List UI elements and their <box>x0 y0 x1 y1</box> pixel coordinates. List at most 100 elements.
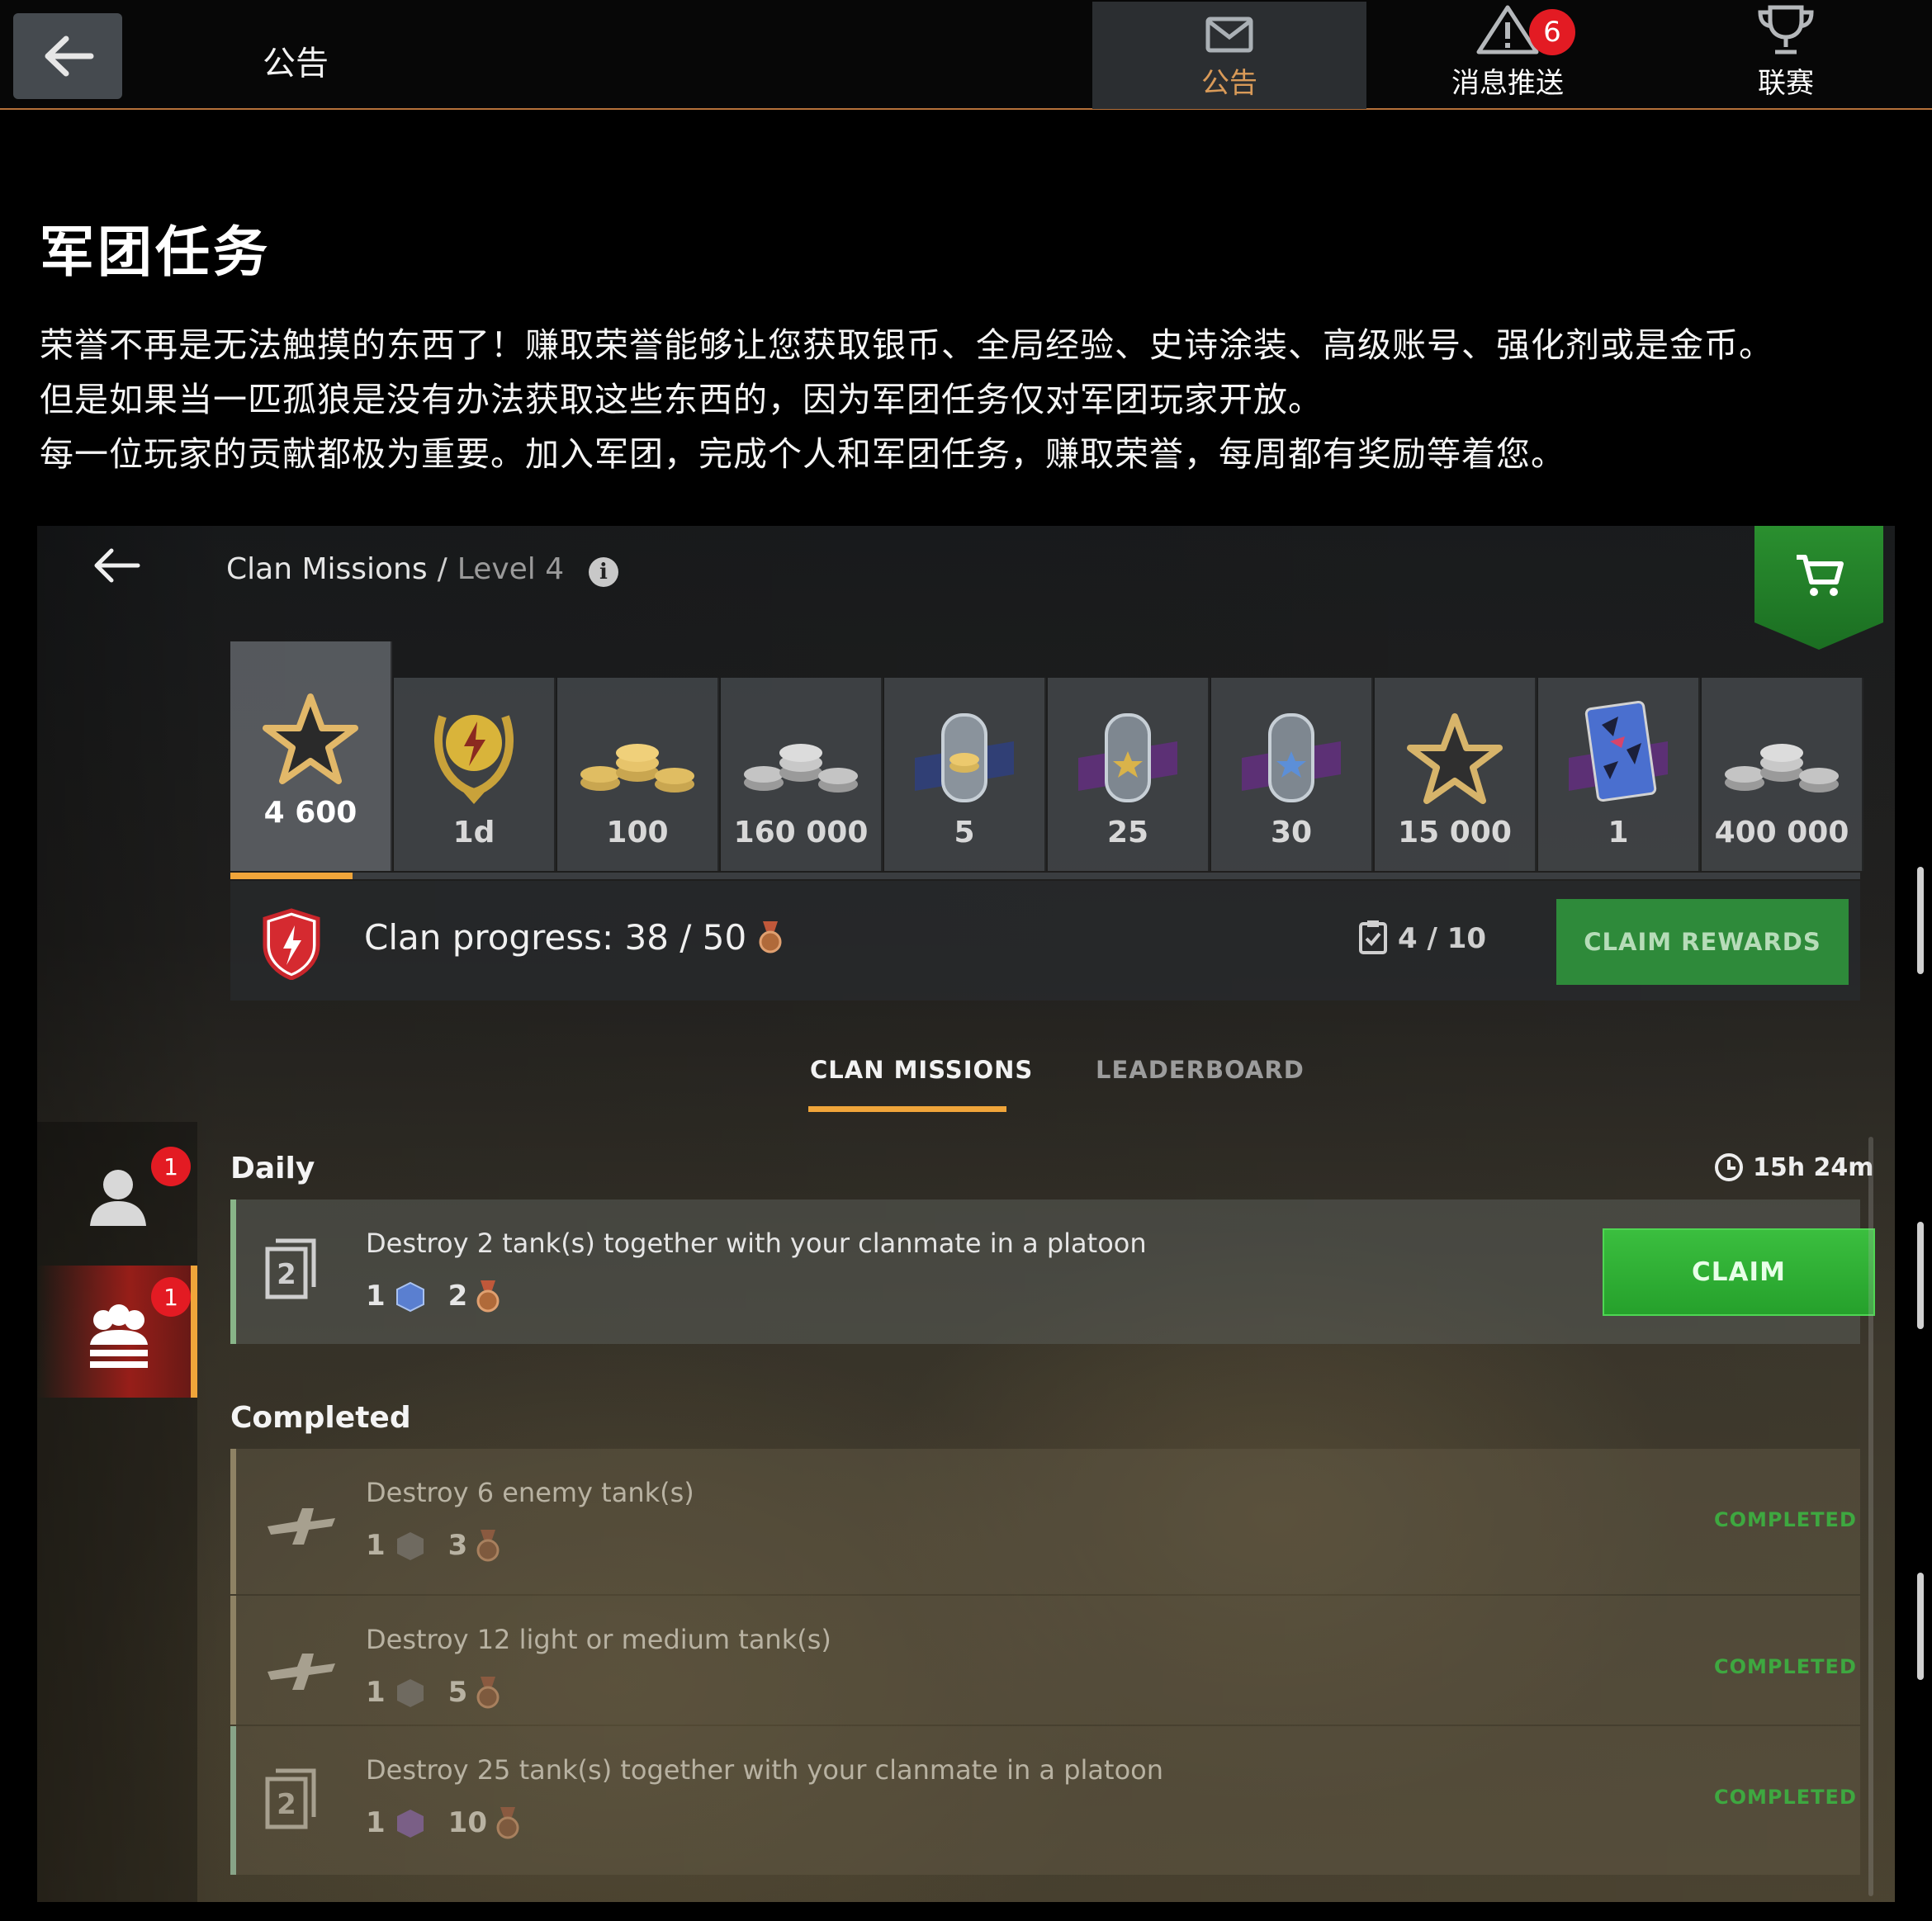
active-tab-indicator <box>808 1106 1006 1112</box>
tab-label: 公告 <box>1201 67 1257 100</box>
tab-league[interactable]: 联赛 <box>1649 2 1923 109</box>
clan-progress-text: Clan progress: 38 / 50 <box>364 917 747 958</box>
mission-title: Destroy 2 tank(s) together with your cla… <box>366 1228 1147 1259</box>
daily-section-title: Daily <box>230 1152 315 1185</box>
top-bar: 公告 公告 消息推送 6 联赛 <box>0 0 1932 110</box>
article-paragraph: 但是如果当一匹孤狼是没有办法获取这些东西的，因为军团任务仅对军团玩家开放。 <box>40 380 1323 419</box>
reward-progress-fill <box>230 873 353 879</box>
claim-button[interactable]: CLAIM <box>1603 1228 1875 1316</box>
daily-mission-card: 2 Destroy 2 tank(s) together with your c… <box>230 1199 1875 1344</box>
honor-medal-icon <box>476 1677 500 1709</box>
reward-cell[interactable]: 400 000 <box>1702 678 1863 871</box>
clan-progress-bar: Clan progress: 38 / 50 4 / 10 CLAIM REWA… <box>230 881 1860 1001</box>
reward-value: 400 000 <box>1714 816 1849 849</box>
svg-text:2: 2 <box>277 1258 296 1291</box>
reward-cell[interactable]: 15 000 <box>1375 678 1537 871</box>
honor-medal-icon <box>759 921 782 953</box>
reward-progress-bar <box>230 873 1860 879</box>
completed-status: COMPLETED <box>1714 1786 1857 1809</box>
reward-value: 25 <box>1106 816 1149 849</box>
silver-coins-icon <box>744 744 858 793</box>
timer-text: 15h 24m <box>1753 1152 1874 1182</box>
premium-laurel-icon <box>433 715 514 804</box>
star-icon <box>263 693 358 784</box>
completed-mission-card: Destroy 6 enemy tank(s) 1 3 COMPLETED <box>230 1449 1860 1594</box>
reward-count: 1 <box>366 1676 386 1709</box>
reward-value: 1 <box>1608 816 1629 849</box>
page-scrollbar-thumb[interactable] <box>1917 1573 1924 1680</box>
honor-medal-icon <box>476 1280 500 1313</box>
mission-title: Destroy 12 light or medium tank(s) <box>366 1624 831 1655</box>
honor-medal-icon <box>496 1807 519 1839</box>
clan-shield-icon <box>263 908 320 980</box>
reward-count: 5 <box>447 1676 468 1709</box>
mission-rewards: 1 2 <box>366 1279 500 1313</box>
back-arrow-icon[interactable] <box>92 547 141 584</box>
reward-count: 1 <box>366 1529 386 1562</box>
arrow-left-icon <box>45 35 94 77</box>
platoon-icon: 2 <box>265 1238 316 1299</box>
purple-crate-icon <box>396 1810 424 1838</box>
article-paragraph: 每一位玩家的贡献都极为重要。加入军团，完成个人和军团任务，赚取荣誉，每周都有奖励… <box>40 434 1565 474</box>
honor-medal-icon <box>476 1530 500 1562</box>
reward-value: 1d <box>452 816 495 849</box>
clan-missions-icon[interactable] <box>82 1302 156 1371</box>
reward-value: 160 000 <box>733 816 869 849</box>
completed-section-title: Completed <box>230 1401 411 1435</box>
reward-cell[interactable]: 5 <box>884 678 1046 871</box>
cart-icon <box>1797 555 1844 596</box>
reward-value: 30 <box>1270 816 1313 849</box>
personal-missions-badge: 1 <box>151 1147 191 1186</box>
clan-missions-screenshot: Clan Missions / Level 4 i 4 600 1d 100 1… <box>37 526 1895 1902</box>
back-button[interactable] <box>13 13 122 99</box>
reward-cell[interactable]: 1d <box>394 678 556 871</box>
tab-announcements[interactable]: 公告 <box>1092 2 1366 109</box>
page-scrollbar-thumb[interactable] <box>1917 1222 1924 1329</box>
destroy-tank-icon <box>268 1508 335 1545</box>
star-outline-icon <box>1407 713 1503 804</box>
reward-count: 2 <box>447 1280 468 1313</box>
destroy-tank-icon <box>268 1654 335 1690</box>
mission-rewards: 1 10 <box>366 1805 520 1840</box>
info-icon[interactable]: i <box>589 557 618 587</box>
reward-count: 1 <box>366 1280 386 1313</box>
blue-star-tag-icon <box>1242 713 1341 802</box>
reward-value: 100 <box>606 816 669 849</box>
tab-clan-missions[interactable]: CLAN MISSIONS <box>810 1056 1033 1084</box>
article-paragraph: 荣誉不再是无法触摸的东西了！赚取荣誉能够让您获取银币、全局经验、史诗涂装、高级账… <box>40 325 1773 365</box>
clipboard-icon <box>1359 920 1387 954</box>
clan-progress-label: Clan progress: 38 / 50 <box>364 917 783 958</box>
article-headline: 军团任务 <box>40 220 271 284</box>
tab-leaderboard[interactable]: LEADERBOARD <box>1096 1056 1305 1084</box>
trophy-icon <box>1758 5 1814 54</box>
reward-cell[interactable]: 160 000 <box>721 678 883 871</box>
personal-missions-icon[interactable] <box>85 1162 151 1231</box>
breadcrumb-level: Level 4 <box>457 552 565 586</box>
reward-cell[interactable]: 30 <box>1211 678 1373 871</box>
reward-value: 15 000 <box>1398 816 1512 849</box>
reward-cell[interactable]: 25 <box>1048 678 1210 871</box>
mission-title: Destroy 25 tank(s) together with your cl… <box>366 1754 1163 1786</box>
completed-mission-card: Destroy 12 light or medium tank(s) 1 5 C… <box>230 1596 1860 1725</box>
clan-missions-badge: 1 <box>151 1277 191 1317</box>
missions-scrollbar[interactable] <box>1868 1137 1873 1896</box>
reward-cell[interactable]: 100 <box>557 678 719 871</box>
claim-rewards-button[interactable]: CLAIM REWARDS <box>1556 899 1849 985</box>
crate-icon <box>396 1532 424 1560</box>
breadcrumb-section[interactable]: Clan Missions <box>226 552 428 586</box>
reward-value: 5 <box>954 816 975 849</box>
blue-crate-icon <box>395 1281 424 1313</box>
tab-label: 消息推送 <box>1451 67 1564 100</box>
breadcrumb: Clan Missions / Level 4 <box>226 552 564 586</box>
reward-count: 3 <box>447 1529 468 1562</box>
reward-count: 10 <box>447 1806 487 1839</box>
reward-cell[interactable]: 4 600 <box>230 641 392 871</box>
mission-title: Destroy 6 enemy tank(s) <box>366 1477 694 1508</box>
tab-notifications[interactable]: 消息推送 6 <box>1371 2 1645 109</box>
page-scrollbar-thumb[interactable] <box>1917 867 1924 974</box>
notification-badge: 6 <box>1529 9 1575 55</box>
reward-cell[interactable]: 1 <box>1538 678 1700 871</box>
platoon-icon: 2 <box>265 1768 316 1829</box>
crate-icon <box>396 1679 424 1707</box>
tab-label: 联赛 <box>1758 67 1814 100</box>
